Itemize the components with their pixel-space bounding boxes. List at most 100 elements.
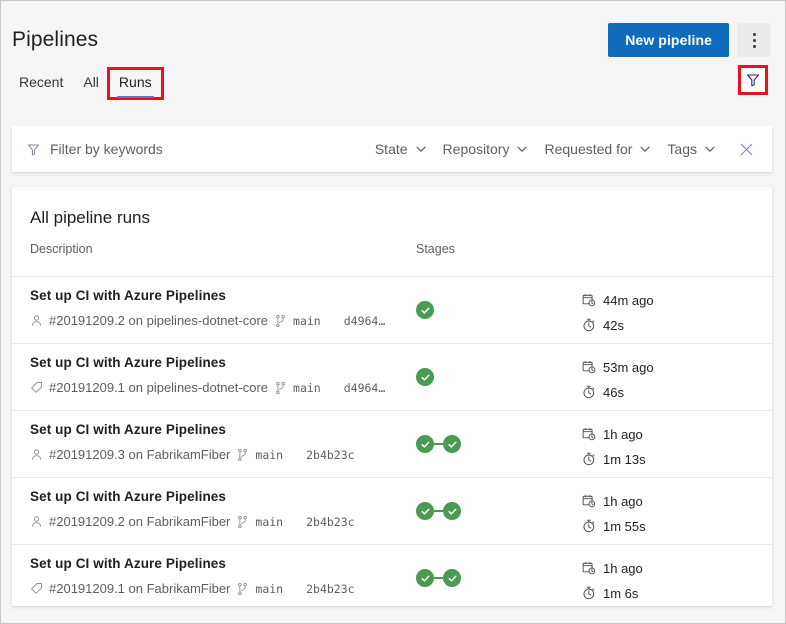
tag-icon bbox=[30, 582, 43, 595]
run-meta: #20191209.1 on FabrikamFiber main 2b4b23… bbox=[30, 581, 355, 596]
run-date-text: 1h ago bbox=[603, 427, 643, 442]
run-date: 1h ago bbox=[582, 558, 643, 578]
person-icon bbox=[30, 515, 43, 528]
column-headers: Description Stages bbox=[12, 242, 772, 277]
run-duration: 1m 55s bbox=[582, 516, 646, 536]
tab-runs[interactable]: Runs bbox=[109, 69, 162, 98]
filter-funnel-icon bbox=[26, 142, 41, 157]
run-meta: #20191209.3 on FabrikamFiber main 2b4b23… bbox=[30, 447, 355, 462]
clear-filters-button[interactable] bbox=[736, 139, 756, 159]
filter-funnel-icon bbox=[745, 72, 761, 88]
pipelines-window: Pipelines New pipeline Recent All Runs bbox=[0, 0, 786, 624]
branch-icon bbox=[236, 515, 249, 529]
filter-dropdown-state[interactable]: State bbox=[367, 137, 435, 161]
stopwatch-icon bbox=[582, 318, 596, 332]
stopwatch-icon bbox=[582, 385, 596, 399]
calendar-clock-icon bbox=[582, 293, 596, 307]
run-source: #20191209.1 on FabrikamFiber bbox=[49, 581, 230, 596]
run-duration-text: 42s bbox=[603, 318, 624, 333]
run-source: #20191209.2 on FabrikamFiber bbox=[49, 514, 230, 529]
tab-label: All bbox=[83, 74, 99, 90]
stopwatch-icon bbox=[582, 452, 596, 466]
run-title[interactable]: Set up CI with Azure Pipelines bbox=[30, 489, 226, 504]
table-row[interactable]: Set up CI with Azure Pipelines #20191209… bbox=[12, 411, 772, 478]
keyword-filter[interactable]: Filter by keywords bbox=[26, 141, 163, 157]
filter-dropdown-repository[interactable]: Repository bbox=[435, 137, 537, 161]
run-duration-text: 1m 55s bbox=[603, 519, 646, 534]
run-duration: 1m 13s bbox=[582, 449, 646, 469]
branch-icon bbox=[236, 448, 249, 462]
table-row[interactable]: Set up CI with Azure Pipelines #20191209… bbox=[12, 478, 772, 545]
run-title[interactable]: Set up CI with Azure Pipelines bbox=[30, 355, 226, 370]
stage-connector bbox=[434, 510, 443, 512]
run-meta: #20191209.2 on FabrikamFiber main 2b4b23… bbox=[30, 514, 355, 529]
filter-bar: Filter by keywords State Repository Requ… bbox=[12, 126, 772, 172]
branch-icon bbox=[236, 582, 249, 596]
run-times: 1h ago 1m 13s bbox=[582, 424, 646, 474]
run-commit: d4964… bbox=[344, 381, 386, 395]
stopwatch-icon bbox=[582, 519, 596, 533]
stage-success-icon[interactable] bbox=[443, 569, 461, 587]
calendar-clock-icon bbox=[582, 427, 596, 441]
run-stages bbox=[416, 277, 434, 343]
run-commit: 2b4b23c bbox=[306, 582, 354, 596]
ellipsis-dot-icon bbox=[753, 45, 756, 48]
header-actions: New pipeline bbox=[608, 23, 771, 57]
run-date-text: 53m ago bbox=[603, 360, 654, 375]
page-title: Pipelines bbox=[12, 28, 98, 52]
chevron-down-icon bbox=[415, 143, 427, 155]
runs-card: All pipeline runs Description Stages Set… bbox=[12, 187, 772, 606]
run-stages bbox=[416, 344, 434, 410]
tab-list: Recent All Runs bbox=[9, 69, 162, 98]
card-title: All pipeline runs bbox=[12, 187, 772, 228]
stage-connector bbox=[434, 577, 443, 579]
table-row[interactable]: Set up CI with Azure Pipelines #20191209… bbox=[12, 277, 772, 344]
chevron-down-icon bbox=[639, 143, 651, 155]
run-date: 44m ago bbox=[582, 290, 654, 310]
more-options-button[interactable] bbox=[737, 23, 771, 57]
stage-success-icon[interactable] bbox=[443, 502, 461, 520]
stage-success-icon[interactable] bbox=[443, 435, 461, 453]
stopwatch-icon bbox=[582, 586, 596, 600]
run-source: #20191209.2 on pipelines-dotnet-core bbox=[49, 313, 268, 328]
run-source: #20191209.1 on pipelines-dotnet-core bbox=[49, 380, 268, 395]
filter-label: Tags bbox=[667, 141, 697, 157]
run-branch: main bbox=[255, 515, 283, 529]
run-duration: 42s bbox=[582, 315, 654, 335]
tab-recent[interactable]: Recent bbox=[9, 69, 73, 98]
filter-dropdown-requested-for[interactable]: Requested for bbox=[536, 137, 659, 161]
person-icon bbox=[30, 314, 43, 327]
run-date-text: 1h ago bbox=[603, 561, 643, 576]
run-times: 1h ago 1m 55s bbox=[582, 491, 646, 541]
filter-label: Repository bbox=[443, 141, 510, 157]
run-branch: main bbox=[293, 314, 321, 328]
tab-label: Runs bbox=[119, 74, 152, 90]
calendar-clock-icon bbox=[582, 561, 596, 575]
ellipsis-dot-icon bbox=[753, 39, 756, 42]
stage-success-icon[interactable] bbox=[416, 368, 434, 386]
tab-label: Recent bbox=[19, 74, 63, 90]
table-row[interactable]: Set up CI with Azure Pipelines #20191209… bbox=[12, 545, 772, 606]
run-times: 1h ago 1m 6s bbox=[582, 558, 643, 606]
stage-success-icon[interactable] bbox=[416, 301, 434, 319]
close-icon bbox=[739, 142, 754, 157]
stage-success-icon[interactable] bbox=[416, 569, 434, 587]
run-title[interactable]: Set up CI with Azure Pipelines bbox=[30, 288, 226, 303]
filter-dropdown-tags[interactable]: Tags bbox=[659, 137, 724, 161]
filter-toggle-button[interactable] bbox=[738, 65, 768, 95]
tab-all[interactable]: All bbox=[73, 69, 109, 98]
run-times: 44m ago 42s bbox=[582, 290, 654, 340]
filter-label: Requested for bbox=[544, 141, 632, 157]
table-row[interactable]: Set up CI with Azure Pipelines #20191209… bbox=[12, 344, 772, 411]
new-pipeline-button[interactable]: New pipeline bbox=[608, 23, 729, 57]
column-header-stages: Stages bbox=[416, 242, 455, 256]
run-title[interactable]: Set up CI with Azure Pipelines bbox=[30, 556, 226, 571]
search-input[interactable]: Filter by keywords bbox=[50, 141, 163, 157]
run-date: 53m ago bbox=[582, 357, 654, 377]
stage-success-icon[interactable] bbox=[416, 435, 434, 453]
run-title[interactable]: Set up CI with Azure Pipelines bbox=[30, 422, 226, 437]
run-duration-text: 46s bbox=[603, 385, 624, 400]
stage-success-icon[interactable] bbox=[416, 502, 434, 520]
run-branch: main bbox=[255, 582, 283, 596]
filter-label: State bbox=[375, 141, 408, 157]
